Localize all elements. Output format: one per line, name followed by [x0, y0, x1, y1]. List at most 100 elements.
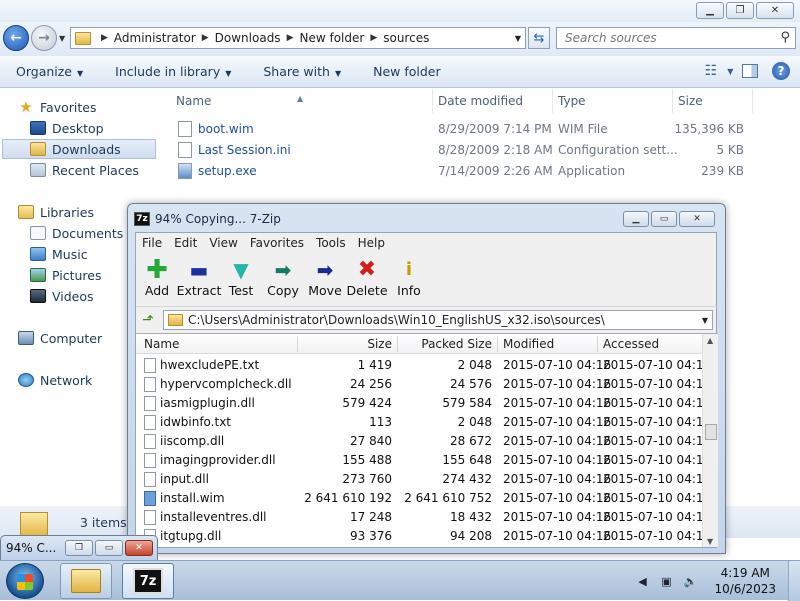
- column-divider[interactable]: [297, 336, 298, 352]
- start-button[interactable]: [6, 563, 44, 599]
- chevron-down-icon[interactable]: ▼: [702, 316, 708, 325]
- 7zip-title-bar[interactable]: 7z 94% Copying... 7-Zip: [134, 210, 281, 228]
- delete-button[interactable]: ✖ Delete: [346, 253, 388, 306]
- include-in-library-button[interactable]: Include in library ▼: [99, 64, 247, 79]
- refresh-button[interactable]: ⇆: [528, 27, 550, 49]
- column-accessed[interactable]: Accessed: [603, 337, 659, 351]
- nav-pictures[interactable]: Pictures: [30, 265, 102, 285]
- table-row[interactable]: hwexcludePE.txt 1 419 2 048 2015-07-10 04:1…: [136, 356, 711, 375]
- search-input[interactable]: [557, 28, 767, 48]
- network-tray-icon[interactable]: ▣: [658, 573, 674, 589]
- column-divider[interactable]: [552, 89, 553, 113]
- help-icon[interactable]: ?: [772, 62, 790, 80]
- scroll-up-icon[interactable]: ▲: [707, 336, 713, 345]
- table-row[interactable]: iiscomp.dll 27 840 28 672 2015-07-10 04:16 2…: [136, 432, 711, 451]
- 7zip-maximize-button[interactable]: ▭: [651, 211, 677, 227]
- 7zip-close-button[interactable]: ✕: [679, 211, 715, 227]
- forward-button[interactable]: →: [31, 25, 57, 51]
- chevron-right-icon[interactable]: ▶: [202, 33, 209, 43]
- info-button[interactable]: i Info: [388, 253, 430, 306]
- chevron-right-icon[interactable]: ▶: [370, 33, 377, 43]
- nav-computer[interactable]: Computer: [18, 328, 102, 348]
- file-row[interactable]: Last Session.ini 8/28/2009 2:18 AM Confi…: [166, 140, 756, 161]
- column-divider[interactable]: [497, 336, 498, 352]
- column-divider[interactable]: [432, 89, 433, 113]
- column-divider[interactable]: [397, 336, 398, 352]
- table-row[interactable]: install.wim 2 641 610 192 2 641 610 752 201…: [136, 489, 711, 508]
- clock[interactable]: 4:19 AM 10/6/2023: [714, 565, 776, 597]
- explorer-title-bar[interactable]: ▁ ❐ ✕: [0, 0, 800, 22]
- nav-network[interactable]: Network: [18, 370, 92, 390]
- nav-desktop[interactable]: Desktop: [30, 118, 104, 138]
- taskbar-7zip[interactable]: 7z: [122, 563, 174, 599]
- table-row[interactable]: installeventres.dll 17 248 18 432 2015-07-1…: [136, 508, 711, 527]
- 7zip-minimize-button[interactable]: ▁: [623, 211, 649, 227]
- table-row[interactable]: input.dll 273 760 274 432 2015-07-10 04:16 2…: [136, 470, 711, 489]
- taskbar-explorer[interactable]: [60, 563, 112, 599]
- menu-tools[interactable]: Tools: [310, 236, 352, 250]
- column-packed-size[interactable]: Packed Size: [421, 337, 492, 351]
- close-button[interactable]: ✕: [756, 2, 794, 19]
- organize-button[interactable]: Organize ▼: [0, 64, 99, 79]
- nav-videos[interactable]: Videos: [30, 286, 94, 306]
- menu-file[interactable]: File: [136, 236, 168, 250]
- address-dropdown-icon[interactable]: ▼: [515, 34, 521, 43]
- column-divider[interactable]: [672, 89, 673, 113]
- table-row[interactable]: itgtupg.dll 93 376 94 208 2015-07-10 04:16 2…: [136, 527, 711, 546]
- view-options-button[interactable]: ☷ ▼: [705, 62, 734, 80]
- column-modified[interactable]: Modified: [503, 337, 554, 351]
- speaker-muted-icon[interactable]: 🔈: [682, 573, 698, 589]
- test-button[interactable]: ▼ Test: [220, 253, 262, 306]
- table-row[interactable]: idwbinfo.txt 113 2 048 2015-07-10 04:16 2015…: [136, 413, 711, 432]
- mini-close-button[interactable]: ✕: [125, 540, 153, 556]
- search-icon[interactable]: ⚲: [780, 30, 790, 45]
- new-folder-button[interactable]: New folder: [357, 64, 457, 79]
- breadcrumb-new-folder[interactable]: New folder: [299, 31, 364, 45]
- nav-documents[interactable]: Documents: [30, 223, 123, 243]
- column-name[interactable]: Name: [144, 337, 179, 351]
- 7zip-progress-minimized[interactable]: 94% C... ❐ ▭ ✕: [0, 535, 158, 561]
- nav-libraries[interactable]: Libraries: [18, 202, 94, 222]
- table-row[interactable]: hypervcomplcheck.dll 24 256 24 576 2015-07-…: [136, 375, 711, 394]
- file-row[interactable]: setup.exe 7/14/2009 2:26 AM Application …: [166, 161, 756, 182]
- chevron-right-icon[interactable]: ▶: [101, 33, 108, 43]
- menu-favorites[interactable]: Favorites: [244, 236, 310, 250]
- file-row[interactable]: boot.wim 8/29/2009 7:14 PM WIM File 135,…: [166, 119, 756, 140]
- nav-recent-places[interactable]: Recent Places: [30, 160, 139, 180]
- menu-help[interactable]: Help: [352, 236, 391, 250]
- show-desktop-button[interactable]: [788, 561, 800, 601]
- column-divider[interactable]: [597, 336, 598, 352]
- 7zip-path-field[interactable]: C:\Users\Administrator\Downloads\Win10_E…: [163, 310, 713, 330]
- up-folder-icon[interactable]: ⬏: [139, 311, 157, 329]
- breadcrumb-downloads[interactable]: Downloads: [215, 31, 281, 45]
- recent-pages-dropdown[interactable]: ▼: [59, 34, 65, 43]
- breadcrumb-sources[interactable]: sources: [383, 31, 429, 45]
- column-type[interactable]: Type: [558, 94, 586, 108]
- back-button[interactable]: ←: [3, 25, 29, 51]
- add-button[interactable]: ✚ Add: [136, 253, 178, 306]
- chevron-right-icon[interactable]: ▶: [287, 33, 294, 43]
- menu-edit[interactable]: Edit: [168, 236, 203, 250]
- scroll-down-icon[interactable]: ▼: [707, 537, 713, 546]
- scroll-thumb[interactable]: [705, 424, 717, 440]
- preview-pane-icon[interactable]: [742, 64, 758, 78]
- maximize-button[interactable]: ❐: [726, 2, 754, 19]
- address-bar[interactable]: ▶ Administrator ▶ Downloads ▶ New folder…: [70, 27, 526, 49]
- minimize-button[interactable]: ▁: [696, 2, 724, 19]
- nav-downloads[interactable]: Downloads: [2, 139, 156, 159]
- extract-button[interactable]: ▬ Extract: [177, 253, 222, 306]
- column-name[interactable]: Name: [176, 94, 211, 108]
- table-row[interactable]: iasmigplugin.dll 579 424 579 584 2015-07-10…: [136, 394, 711, 413]
- vertical-scrollbar[interactable]: ▲ ▼: [702, 334, 718, 547]
- mini-restore-button[interactable]: ❐: [65, 540, 93, 556]
- show-hidden-icons-icon[interactable]: ◀: [634, 573, 650, 589]
- nav-music[interactable]: Music: [30, 244, 88, 264]
- mini-maximize-button[interactable]: ▭: [95, 540, 123, 556]
- column-divider[interactable]: [752, 89, 753, 113]
- nav-favorites[interactable]: ★ Favorites: [18, 97, 96, 117]
- share-with-button[interactable]: Share with ▼: [247, 64, 357, 79]
- breadcrumb-administrator[interactable]: Administrator: [114, 31, 196, 45]
- column-size[interactable]: Size: [678, 94, 703, 108]
- search-box[interactable]: ⚲: [556, 27, 796, 49]
- table-row[interactable]: imagingprovider.dll 155 488 155 648 2015-07…: [136, 451, 711, 470]
